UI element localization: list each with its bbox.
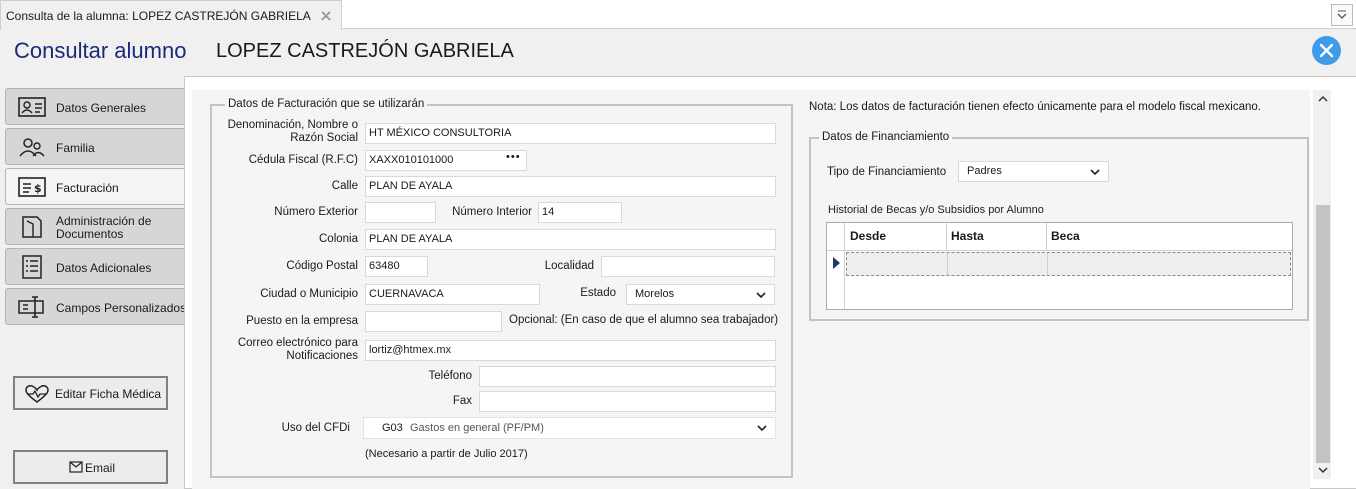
invoice-icon: $ — [18, 177, 46, 197]
sidebar-item-datos-adicionales[interactable]: Datos Adicionales — [5, 248, 185, 285]
calle-label: Calle — [331, 180, 358, 192]
rfc-value: XAXX010101000 — [369, 154, 454, 166]
student-name: LOPEZ CASTREJÓN GABRIELA — [216, 40, 514, 62]
cfdi-note: (Necesario a partir de Julio 2017) — [365, 448, 528, 460]
sidebar-item-administracion-documentos[interactable]: Administración de Documentos — [5, 208, 185, 245]
edit-medical-record-button[interactable]: Editar Ficha Médica — [13, 376, 168, 410]
envelope-icon — [69, 461, 83, 473]
sidebar-item-label: Familia — [56, 141, 95, 155]
cfdi-code: G03 — [382, 422, 403, 434]
sidebar-item-datos-generales[interactable]: Datos Generales — [5, 88, 185, 125]
razon-social-label-line2: Razón Social — [290, 132, 358, 144]
estado-select[interactable]: Morelos — [626, 284, 775, 305]
billing-legend: Datos de Facturación que se utilizarán — [225, 98, 428, 110]
family-icon — [19, 138, 45, 157]
email-button-label: Email — [85, 461, 116, 475]
sidebar-item-label-line1: Administración de — [56, 214, 152, 228]
puesto-input[interactable] — [365, 311, 502, 332]
codigo-postal-label: Código Postal — [286, 260, 358, 272]
tipo-financiamiento-label: Tipo de Financiamiento — [827, 166, 947, 178]
table-row[interactable] — [846, 252, 1291, 276]
financing-legend: Datos de Financiamiento — [819, 131, 953, 143]
sidebar-item-campos-personalizados[interactable]: Campos Personalizados — [5, 288, 187, 325]
colonia-label: Colonia — [319, 233, 358, 245]
numero-interior-label: Número Interior — [452, 206, 532, 218]
close-button[interactable] — [1312, 36, 1341, 65]
numero-interior-input[interactable]: 14 — [538, 202, 622, 223]
scrollbar-thumb[interactable] — [1316, 205, 1330, 463]
grid-header-divider — [827, 250, 1292, 251]
rfc-input[interactable]: XAXX010101000 — [365, 150, 527, 171]
historial-label: Historial de Becas y/o Subsidios por Alu… — [828, 204, 1044, 216]
cfdi-label: Uso del CFDi — [281, 422, 350, 434]
tab-list-dropdown-button[interactable] — [1331, 4, 1353, 26]
correo-label: Correo electrónico para Notificaciones — [220, 337, 358, 363]
sidebar-item-label: Administración de Documentos — [56, 215, 151, 241]
scroll-down-icon[interactable] — [1316, 464, 1330, 476]
chevron-down-icon — [1090, 169, 1100, 176]
close-icon — [1319, 43, 1334, 58]
svg-text:$: $ — [34, 182, 42, 195]
fiscal-model-note: Nota: Los datos de facturación tienen ef… — [809, 101, 1261, 113]
edit-medical-record-label: Editar Ficha Médica — [55, 387, 162, 401]
estado-value: Morelos — [635, 288, 675, 300]
fax-label: Fax — [452, 395, 472, 407]
razon-social-label-line1: Denominación, Nombre o — [227, 119, 358, 131]
heart-pulse-icon — [25, 385, 49, 403]
puesto-label: Puesto en la empresa — [246, 315, 358, 327]
correo-input[interactable]: lortiz@htmex.mx — [365, 340, 776, 361]
cfdi-select[interactable]: G03 Gastos en general (PF/PM) — [363, 417, 776, 439]
sidebar-item-label: Campos Personalizados — [56, 301, 187, 315]
sidebar-item-facturacion[interactable]: $ Facturación — [5, 168, 187, 205]
razon-social-input[interactable]: HT MÉXICO CONSULTORIA — [365, 123, 776, 144]
chevron-down-icon — [756, 292, 766, 299]
numero-exterior-input[interactable] — [365, 202, 436, 223]
sidebar-item-label: Datos Generales — [56, 101, 147, 115]
numero-exterior-label: Número Exterior — [274, 206, 358, 218]
tipo-financiamiento-select[interactable]: Padres — [958, 161, 1109, 182]
row-pointer-icon — [833, 257, 840, 269]
document-tab-title: Consulta de la alumna: LOPEZ CASTREJÓN G… — [6, 9, 311, 23]
page-title: Consultar alumno — [14, 38, 187, 63]
sidebar-item-label: Facturación — [56, 181, 119, 195]
localidad-label: Localidad — [544, 260, 594, 272]
puesto-note: Opcional: (En caso de que el alumno sea … — [509, 314, 779, 326]
id-card-icon — [18, 97, 46, 117]
codigo-postal-input[interactable]: 63480 — [365, 256, 428, 277]
grid-cell-divider — [1047, 253, 1048, 275]
fax-input[interactable] — [479, 391, 776, 412]
sidebar-item-familia[interactable]: Familia — [5, 128, 185, 165]
tipo-financiamiento-value: Padres — [967, 165, 1002, 177]
grid-header-beca[interactable]: Beca — [1047, 223, 1291, 250]
chevron-down-icon — [1337, 10, 1347, 19]
grid-header-desde[interactable]: Desde — [846, 223, 947, 250]
chevron-down-icon — [757, 425, 767, 432]
correo-label-line2: Notificaciones — [286, 350, 358, 362]
grid-header-hasta[interactable]: Hasta — [947, 223, 1047, 250]
scroll-up-icon[interactable] — [1316, 93, 1330, 105]
list-icon — [22, 255, 42, 279]
cfdi-description: Gastos en general (PF/PM) — [410, 422, 544, 434]
colonia-input[interactable]: PLAN DE AYALA — [365, 229, 776, 250]
telefono-label: Teléfono — [428, 370, 472, 382]
grid-cell-divider — [947, 253, 948, 275]
ciudad-input[interactable]: CUERNAVACA — [365, 284, 540, 305]
razon-social-label: Denominación, Nombre o Razón Social — [220, 119, 358, 145]
tab-close-icon[interactable] — [319, 9, 333, 23]
estado-label: Estado — [580, 287, 616, 299]
calle-input[interactable]: PLAN DE AYALA — [365, 176, 776, 197]
rfc-ellipsis-button[interactable]: ••• — [506, 151, 521, 163]
correo-label-line1: Correo electrónico para — [237, 337, 358, 349]
sidebar-item-label-line2: Documentos — [56, 227, 124, 241]
document-tab[interactable]: Consulta de la alumna: LOPEZ CASTREJÓN G… — [0, 0, 342, 30]
localidad-input[interactable] — [601, 256, 775, 277]
telefono-input[interactable] — [479, 366, 776, 387]
rfc-label: Cédula Fiscal (R.F.C) — [248, 154, 358, 166]
documents-icon — [22, 216, 42, 238]
ciudad-label: Ciudad o Municipio — [260, 288, 358, 300]
email-button[interactable]: Email — [13, 450, 168, 484]
sidebar-item-label: Datos Adicionales — [56, 261, 152, 275]
custom-fields-icon — [18, 296, 44, 318]
